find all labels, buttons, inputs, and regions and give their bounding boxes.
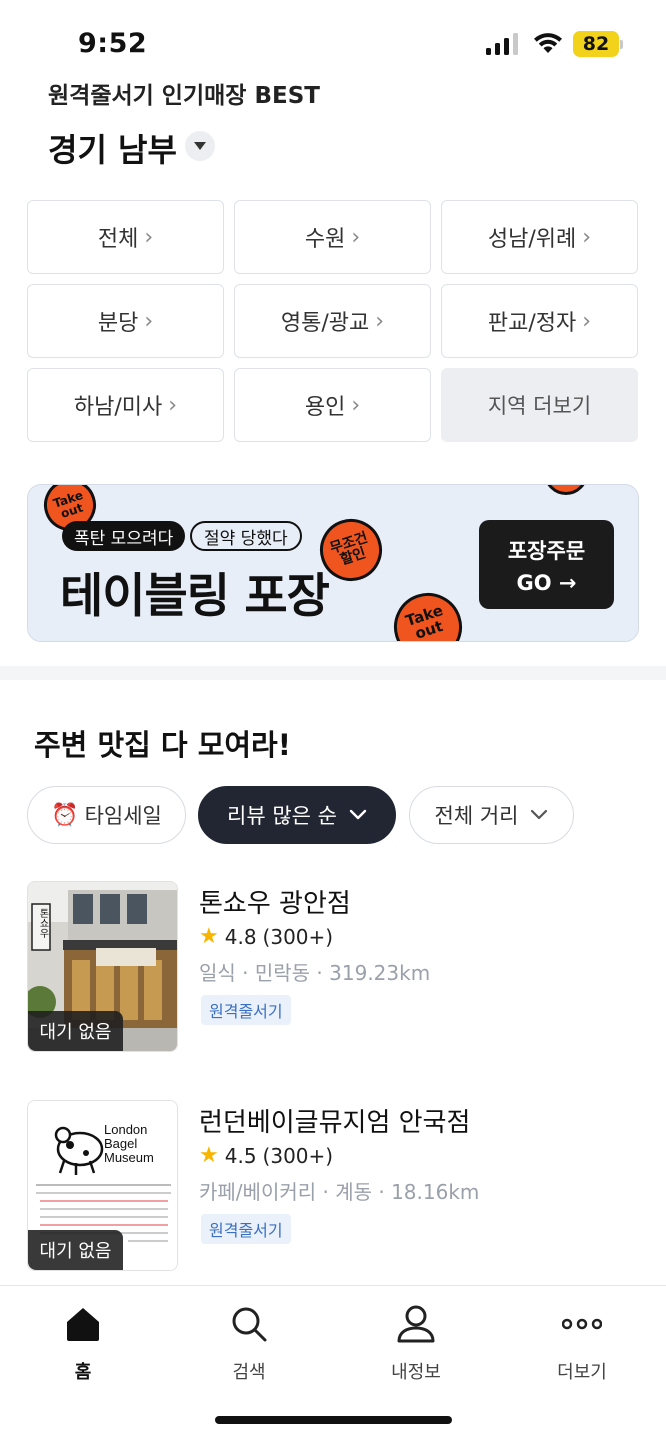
promo-tag-outline: 절약 당했다: [190, 521, 302, 551]
cta-line1: 포장주문: [507, 538, 586, 563]
nearby-restaurants-title: 주변 맛집 다 모여라!: [34, 728, 291, 762]
remote-queue-tag: 원격줄서기: [201, 995, 291, 1025]
search-icon: [232, 1307, 267, 1342]
chevron-down-icon: [531, 809, 548, 820]
chevron-right-icon: ›: [351, 224, 361, 250]
chevron-right-icon: ›: [375, 308, 385, 334]
region-button[interactable]: 하남/미사 ›: [27, 368, 224, 442]
region-button-label: 지역 더보기: [487, 394, 592, 418]
chevron-right-icon: ›: [144, 224, 154, 250]
region-button[interactable]: 성남/위례 ›: [441, 200, 638, 274]
logo-line: Bagel: [104, 1136, 138, 1151]
restaurant-thumbnail: 톤쇼우 대기 없음: [27, 881, 178, 1052]
chevron-right-icon: ›: [582, 224, 592, 250]
chevron-right-icon: ›: [582, 308, 592, 334]
sort-label: 리뷰 많은 순: [227, 804, 337, 828]
region-button-label: 영통/광교: [280, 311, 370, 336]
battery-indicator: 82: [573, 31, 623, 57]
review-count: (300+): [262, 1143, 334, 1168]
timesale-filter-label: 타임세일: [84, 804, 162, 828]
nav-home[interactable]: 홈: [23, 1304, 143, 1384]
restaurant-meta: 카페/베이커리 · 계동 · 18.16km: [199, 1180, 480, 1204]
chevron-right-icon: ›: [144, 308, 154, 334]
region-title[interactable]: 경기 남부: [48, 125, 177, 171]
nav-home-label: 홈: [74, 1362, 92, 1383]
region-button[interactable]: 분당 ›: [27, 284, 224, 358]
region-button-label: 용인: [304, 395, 346, 420]
logo-line: Museum: [104, 1150, 154, 1165]
distance-dropdown-chip[interactable]: 전체 거리: [409, 786, 574, 844]
restaurant-name: 런던베이글뮤지엄 안국점: [199, 1108, 471, 1138]
chevron-right-icon: ›: [168, 392, 178, 418]
region-dropdown-button[interactable]: [185, 131, 215, 161]
restaurant-thumbnail: London Bagel Museum 대기 없음: [27, 1100, 178, 1271]
banner-headline: 테이블링 포장: [60, 569, 330, 624]
restaurant-rating: ★ 4.8 (300+): [199, 924, 333, 949]
takeout-order-go-button[interactable]: 포장주문 GO →: [479, 520, 614, 609]
caret-down-icon: [194, 142, 206, 150]
nav-my-info-label: 내정보: [391, 1362, 441, 1383]
nav-my-info[interactable]: 내정보: [356, 1304, 476, 1384]
battery-cap: [620, 40, 623, 49]
chevron-down-icon: [349, 809, 367, 820]
section-divider: [0, 666, 666, 680]
more-regions-button[interactable]: 지역 더보기: [441, 368, 638, 442]
logo-line: London: [104, 1122, 148, 1137]
sort-dropdown-chip[interactable]: 리뷰 많은 순: [198, 786, 396, 844]
bagel-museum-logo-text: London Bagel Museum: [104, 1123, 154, 1165]
alarm-clock-icon: ⏰: [51, 802, 79, 828]
rating-value: 4.5: [224, 1143, 257, 1168]
restaurant-card[interactable]: London Bagel Museum 대기 없음 런던베이글뮤지엄 안국점 ★…: [27, 1100, 639, 1275]
region-button-label: 하남/미사: [73, 395, 163, 420]
discount-sticker-text: 무조건 할인: [327, 529, 370, 569]
region-button[interactable]: 용인 ›: [234, 368, 431, 442]
distance-label: 전체 거리: [434, 804, 519, 828]
nav-more-label: 더보기: [557, 1362, 607, 1383]
status-bar: 9:52 82: [0, 0, 666, 80]
remote-queue-tag: 원격줄서기: [201, 1214, 291, 1244]
region-button-label: 전체: [97, 227, 139, 252]
chevron-right-icon: ›: [351, 392, 361, 418]
region-button[interactable]: 영통/광교 ›: [234, 284, 431, 358]
region-button[interactable]: 판교/정자 ›: [441, 284, 638, 358]
star-icon: ★: [199, 924, 219, 949]
wait-status-badge: 대기 없음: [28, 1230, 123, 1270]
more-dots-icon: [562, 1318, 602, 1330]
nav-search[interactable]: 검색: [189, 1304, 309, 1384]
region-button[interactable]: 수원 ›: [234, 200, 431, 274]
star-icon: ★: [199, 1143, 219, 1168]
region-button-label: 성남/위례: [487, 227, 577, 252]
region-grid: 전체 › 수원 › 성남/위례 › 분당 › 영통/광교 › 판교/정자 › 하남/미사 › 용인 › 지역 더…: [27, 200, 639, 442]
home-indicator[interactable]: [215, 1416, 452, 1424]
rating-value: 4.8: [224, 924, 257, 949]
region-button-label: 분당: [97, 311, 139, 336]
takeout-promo-banner[interactable]: Take out 폭탄 모으려다 절약 당했다 테이블링 포장 무조건 할인 T…: [27, 484, 639, 642]
nav-more[interactable]: 더보기: [522, 1304, 642, 1384]
takeout-sticker-text: Take out: [51, 487, 85, 521]
region-button[interactable]: 전체 ›: [27, 200, 224, 274]
cellular-signal-icon: [486, 33, 518, 55]
cta-line2: GO →: [516, 570, 577, 595]
sticker-top-right: [544, 485, 588, 495]
takeout-sticker-bottom: Take out: [385, 584, 471, 642]
region-button-label: 판교/정자: [487, 311, 577, 336]
battery-level: 82: [573, 31, 619, 57]
home-icon: [67, 1308, 99, 1341]
wait-status-badge: 대기 없음: [28, 1011, 123, 1051]
restaurant-card[interactable]: 톤쇼우 대기 없음 톤쇼우 광안점 ★ 4.8 (300+) 일식 · 민락동 …: [27, 881, 639, 1056]
best-stores-subtitle: 원격줄서기 인기매장 BEST: [48, 83, 320, 109]
wifi-icon: [534, 33, 562, 53]
region-button-label: 수원: [304, 227, 346, 252]
nav-search-label: 검색: [232, 1362, 266, 1383]
timesale-filter-chip[interactable]: ⏰ 타임세일: [27, 786, 186, 844]
promo-tag-filled: 폭탄 모으려다: [62, 521, 186, 551]
review-count: (300+): [262, 924, 334, 949]
person-icon: [397, 1305, 435, 1343]
status-time: 9:52: [78, 28, 148, 59]
restaurant-meta: 일식 · 민락동 · 319.23km: [199, 961, 431, 985]
storefront-sign-text: 톤쇼우: [37, 908, 48, 938]
restaurant-name: 톤쇼우 광안점: [199, 889, 351, 919]
restaurant-rating: ★ 4.5 (300+): [199, 1143, 333, 1168]
takeout-sticker-bottom-text: Take out: [403, 601, 446, 642]
